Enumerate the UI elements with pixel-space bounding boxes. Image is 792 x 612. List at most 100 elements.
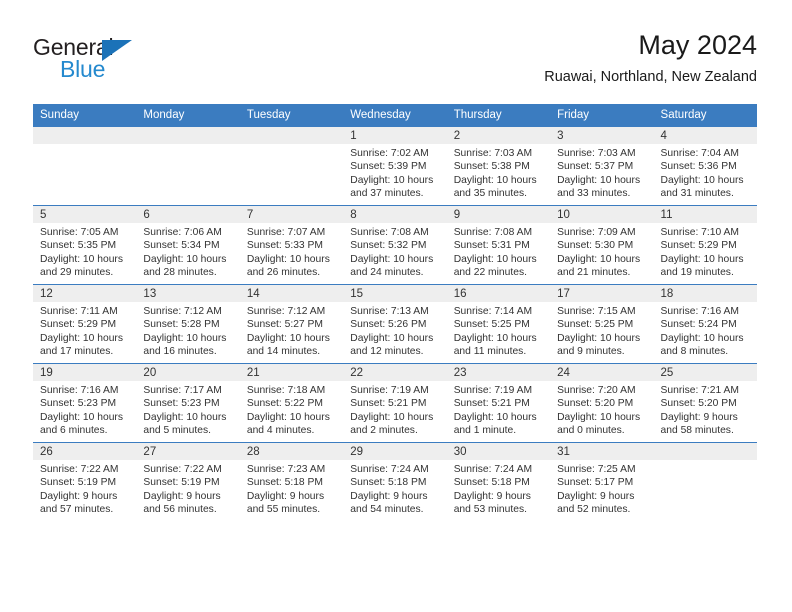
day-cell[interactable]: 10 Sunrise: 7:09 AM Sunset: 5:30 PM Dayl… <box>550 205 654 285</box>
daylight-text-line2: and 0 minutes. <box>557 425 625 437</box>
day-cell[interactable]: 5 Sunrise: 7:05 AM Sunset: 5:35 PM Dayli… <box>33 205 137 285</box>
day-cell[interactable]: 1 Sunrise: 7:02 AM Sunset: 5:39 PM Dayli… <box>343 126 447 206</box>
day-number: 13 <box>136 285 240 302</box>
sunset-text: Sunset: 5:18 PM <box>246 477 323 489</box>
daylight-text-line2: and 33 minutes. <box>557 188 631 200</box>
sunset-text: Sunset: 5:18 PM <box>350 477 427 489</box>
daylight-text-line1: Daylight: 10 hours <box>453 411 537 423</box>
day-cell[interactable]: 2 Sunrise: 7:03 AM Sunset: 5:38 PM Dayli… <box>446 126 551 206</box>
day-cell[interactable]: 6 Sunrise: 7:06 AM Sunset: 5:34 PM Dayli… <box>136 205 240 285</box>
sunset-text: Sunset: 5:23 PM <box>143 398 220 410</box>
day-details: Sunrise: 7:19 AM Sunset: 5:21 PM Dayligh… <box>343 381 446 438</box>
sunrise-text: Sunrise: 7:13 AM <box>350 306 429 317</box>
sunrise-text: Sunrise: 7:09 AM <box>557 227 636 238</box>
day-cell[interactable]: 15 Sunrise: 7:13 AM Sunset: 5:26 PM Dayl… <box>343 284 447 364</box>
day-cell[interactable]: 21 Sunrise: 7:18 AM Sunset: 5:22 PM Dayl… <box>239 363 344 443</box>
weekday-header-monday: Monday <box>136 104 240 127</box>
day-cell[interactable]: 7 Sunrise: 7:07 AM Sunset: 5:33 PM Dayli… <box>239 205 344 285</box>
day-details: Sunrise: 7:22 AM Sunset: 5:19 PM Dayligh… <box>136 460 239 517</box>
day-details: Sunrise: 7:24 AM Sunset: 5:18 PM Dayligh… <box>447 460 550 517</box>
daylight-text-line1: Daylight: 10 hours <box>40 253 123 265</box>
day-cell[interactable]: 8 Sunrise: 7:08 AM Sunset: 5:32 PM Dayli… <box>343 205 447 285</box>
day-cell[interactable]: 24 Sunrise: 7:20 AM Sunset: 5:20 PM Dayl… <box>550 363 654 443</box>
weekday-header-thursday: Thursday <box>446 104 551 127</box>
day-details: Sunrise: 7:07 AM Sunset: 5:33 PM Dayligh… <box>240 223 343 280</box>
day-cell[interactable]: 26 Sunrise: 7:22 AM Sunset: 5:19 PM Dayl… <box>33 442 137 521</box>
daylight-text-line2: and 17 minutes. <box>40 346 114 358</box>
sunrise-text: Sunrise: 7:06 AM <box>143 227 222 238</box>
day-number: 22 <box>343 364 447 381</box>
daylight-text-line1: Daylight: 10 hours <box>660 174 744 186</box>
daylight-text-line2: and 8 minutes. <box>660 346 729 358</box>
page-header: General Blue May 2024 Ruawai, Northland,… <box>33 28 757 96</box>
day-cell[interactable] <box>239 126 344 206</box>
sunrise-text: Sunrise: 7:12 AM <box>246 306 326 317</box>
day-number: 31 <box>550 443 654 460</box>
daylight-text-line1: Daylight: 10 hours <box>453 253 537 265</box>
day-number: 14 <box>239 285 344 302</box>
daylight-text-line2: and 35 minutes. <box>453 188 527 200</box>
day-cell[interactable]: 30 Sunrise: 7:24 AM Sunset: 5:18 PM Dayl… <box>446 442 551 521</box>
daylight-text-line2: and 12 minutes. <box>350 346 424 358</box>
day-cell[interactable]: 16 Sunrise: 7:14 AM Sunset: 5:25 PM Dayl… <box>446 284 551 364</box>
daylight-text-line1: Daylight: 10 hours <box>350 332 434 344</box>
day-details <box>654 460 757 463</box>
day-number: 9 <box>446 206 551 223</box>
day-number: 25 <box>653 364 757 381</box>
day-cell[interactable]: 25 Sunrise: 7:21 AM Sunset: 5:20 PM Dayl… <box>653 363 757 443</box>
logo-text-blue: Blue <box>60 56 106 82</box>
day-cell[interactable]: 17 Sunrise: 7:15 AM Sunset: 5:25 PM Dayl… <box>550 284 654 364</box>
day-cell[interactable]: 20 Sunrise: 7:17 AM Sunset: 5:23 PM Dayl… <box>136 363 240 443</box>
day-cell[interactable]: 31 Sunrise: 7:25 AM Sunset: 5:17 PM Dayl… <box>550 442 654 521</box>
daylight-text-line1: Daylight: 9 hours <box>350 490 428 502</box>
sunset-text: Sunset: 5:20 PM <box>660 398 737 410</box>
day-number: 15 <box>343 285 447 302</box>
sunset-text: Sunset: 5:18 PM <box>453 477 530 489</box>
daylight-text-line2: and 31 minutes. <box>660 188 734 200</box>
day-number <box>653 443 757 460</box>
sunrise-text: Sunrise: 7:22 AM <box>40 464 119 475</box>
day-details: Sunrise: 7:13 AM Sunset: 5:26 PM Dayligh… <box>343 302 446 359</box>
daylight-text-line1: Daylight: 10 hours <box>40 411 123 423</box>
daylight-text-line1: Daylight: 10 hours <box>143 253 227 265</box>
day-cell[interactable] <box>33 126 137 206</box>
daylight-text-line2: and 2 minutes. <box>350 425 418 437</box>
sunset-text: Sunset: 5:39 PM <box>350 161 427 173</box>
sunrise-text: Sunrise: 7:16 AM <box>660 306 739 317</box>
day-cell[interactable]: 9 Sunrise: 7:08 AM Sunset: 5:31 PM Dayli… <box>446 205 551 285</box>
day-cell[interactable]: 22 Sunrise: 7:19 AM Sunset: 5:21 PM Dayl… <box>343 363 447 443</box>
day-details: Sunrise: 7:04 AM Sunset: 5:36 PM Dayligh… <box>654 144 757 201</box>
day-cell[interactable] <box>653 442 757 521</box>
day-details: Sunrise: 7:02 AM Sunset: 5:39 PM Dayligh… <box>343 144 446 201</box>
daylight-text-line1: Daylight: 10 hours <box>40 332 123 344</box>
calendar-grid: Sunday Monday Tuesday Wednesday Thursday… <box>33 104 757 521</box>
day-cell[interactable]: 18 Sunrise: 7:16 AM Sunset: 5:24 PM Dayl… <box>653 284 757 364</box>
day-cell[interactable]: 3 Sunrise: 7:03 AM Sunset: 5:37 PM Dayli… <box>550 126 654 206</box>
day-cell[interactable]: 13 Sunrise: 7:12 AM Sunset: 5:28 PM Dayl… <box>136 284 240 364</box>
daylight-text-line2: and 16 minutes. <box>143 346 217 358</box>
daylight-text-line1: Daylight: 10 hours <box>246 411 330 423</box>
sunset-text: Sunset: 5:32 PM <box>350 240 427 252</box>
day-number: 26 <box>33 443 137 460</box>
day-cell[interactable]: 29 Sunrise: 7:24 AM Sunset: 5:18 PM Dayl… <box>343 442 447 521</box>
day-cell[interactable]: 12 Sunrise: 7:11 AM Sunset: 5:29 PM Dayl… <box>33 284 137 364</box>
day-number: 16 <box>446 285 551 302</box>
calendar-week-row: 26 Sunrise: 7:22 AM Sunset: 5:19 PM Dayl… <box>33 442 757 521</box>
day-cell[interactable]: 23 Sunrise: 7:19 AM Sunset: 5:21 PM Dayl… <box>446 363 551 443</box>
daylight-text-line2: and 52 minutes. <box>557 504 631 516</box>
day-cell[interactable]: 11 Sunrise: 7:10 AM Sunset: 5:29 PM Dayl… <box>653 205 757 285</box>
day-cell[interactable] <box>136 126 240 206</box>
sunset-text: Sunset: 5:22 PM <box>246 398 323 410</box>
day-cell[interactable]: 14 Sunrise: 7:12 AM Sunset: 5:27 PM Dayl… <box>239 284 344 364</box>
day-cell[interactable]: 27 Sunrise: 7:22 AM Sunset: 5:19 PM Dayl… <box>136 442 240 521</box>
daylight-text-line1: Daylight: 10 hours <box>660 253 744 265</box>
daylight-text-line1: Daylight: 10 hours <box>143 332 227 344</box>
day-cell[interactable]: 4 Sunrise: 7:04 AM Sunset: 5:36 PM Dayli… <box>653 126 757 206</box>
daylight-text-line1: Daylight: 9 hours <box>40 490 118 502</box>
day-cell[interactable]: 19 Sunrise: 7:16 AM Sunset: 5:23 PM Dayl… <box>33 363 137 443</box>
sunrise-text: Sunrise: 7:25 AM <box>557 464 636 475</box>
day-number: 27 <box>136 443 240 460</box>
daylight-text-line2: and 11 minutes. <box>453 346 527 358</box>
sunset-text: Sunset: 5:28 PM <box>143 319 220 331</box>
day-cell[interactable]: 28 Sunrise: 7:23 AM Sunset: 5:18 PM Dayl… <box>239 442 344 521</box>
